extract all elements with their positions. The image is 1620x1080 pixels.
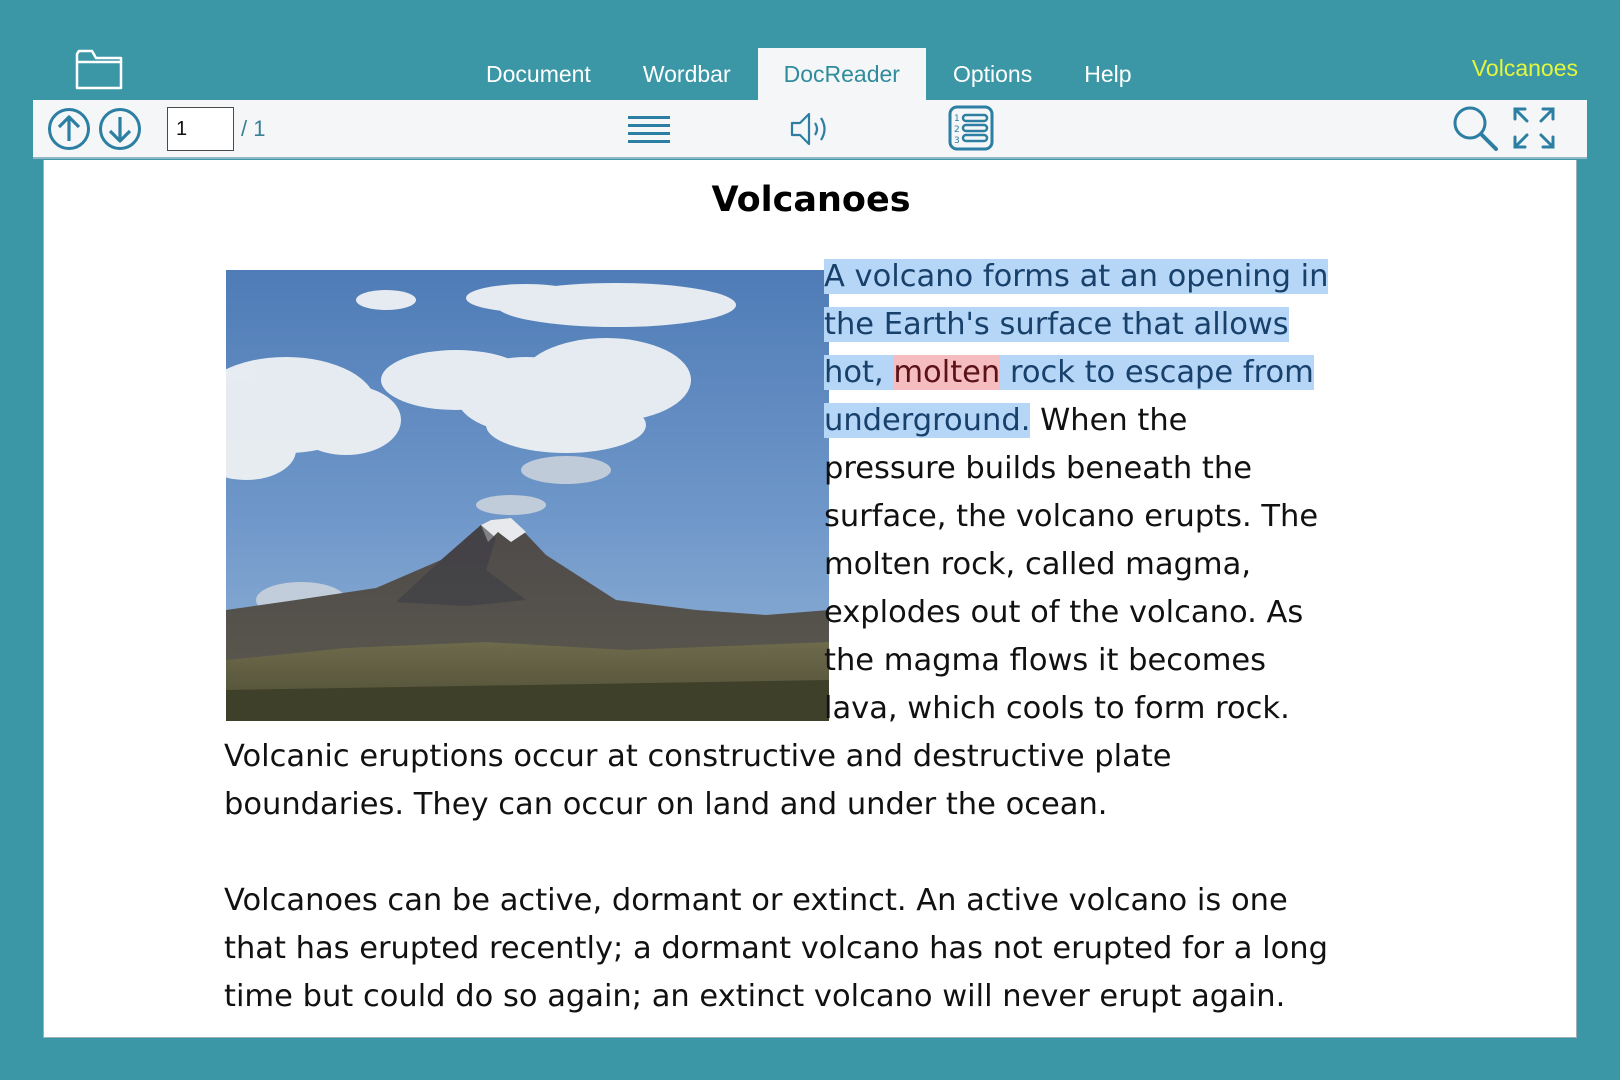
document-name: Volcanoes [1471,55,1578,81]
text-line: Volcanoes can be active, dormant or exti… [224,883,1288,918]
svg-text:3: 3 [954,136,960,146]
search-icon[interactable] [1451,104,1499,152]
arrow-down-circle-icon[interactable] [98,107,142,151]
document-viewer: Volcanoes A volcano forms at an opening … [43,160,1577,1038]
svg-text:2: 2 [954,125,960,135]
text-line: underground. When the [824,397,1187,445]
text-line: boundaries. They can occur on land and u… [224,787,1108,822]
sentence-highlight: underground. [824,403,1031,438]
page-number-input[interactable] [167,107,234,151]
tab-help[interactable]: Help [1058,48,1157,100]
speaker-icon[interactable] [789,110,833,148]
expand-icon[interactable] [1511,105,1557,151]
sentence-highlight: the Earth's surface that allows [824,307,1289,342]
text-line: that has erupted recently; a dormant vol… [224,931,1328,966]
tab-wordbar[interactable]: Wordbar [617,48,757,100]
volcano-photo [226,270,829,721]
tab-docreader[interactable]: DocReader [757,48,926,100]
text-line: pressure builds beneath the [824,451,1252,486]
text-line: A volcano forms at an opening in [824,253,1329,301]
text-line: the Earth's surface that allows [824,301,1289,349]
lines-icon[interactable] [627,114,671,144]
text-line: time but could do so again; an extinct v… [224,979,1286,1014]
text-line: molten rock, called magma, [824,547,1252,582]
sentence-highlight: rock to escape from [1000,355,1314,390]
text-line: lava, which cools to form rock. [824,691,1290,726]
text-line: Volcanic eruptions occur at constructive… [224,739,1172,774]
sentence-highlight: hot, [824,355,894,390]
text-line: explodes out of the volcano. As [824,595,1304,630]
toolbar: / 1 1 2 3 [33,100,1587,159]
text-line: hot, molten rock to escape from [824,349,1314,397]
tab-document[interactable]: Document [460,48,617,100]
text-span: When the [1030,403,1188,438]
word-highlight: molten [893,355,1001,390]
arrow-up-circle-icon[interactable] [47,107,91,151]
main-tabs: Document Wordbar DocReader Options Help [460,48,1158,100]
folder-icon[interactable] [74,46,124,92]
app-window: Document Wordbar DocReader Options Help … [0,0,1620,1080]
svg-text:1: 1 [954,114,960,124]
sentence-highlight: A volcano forms at an opening in [824,259,1329,294]
page-total: / 1 [241,116,266,141]
document-heading: Volcanoes [711,180,911,220]
numbered-list-icon[interactable]: 1 2 3 [948,105,994,151]
text-line: surface, the volcano erupts. The [824,499,1319,534]
tab-options[interactable]: Options [927,48,1058,100]
text-line: the magma flows it becomes [824,643,1267,678]
